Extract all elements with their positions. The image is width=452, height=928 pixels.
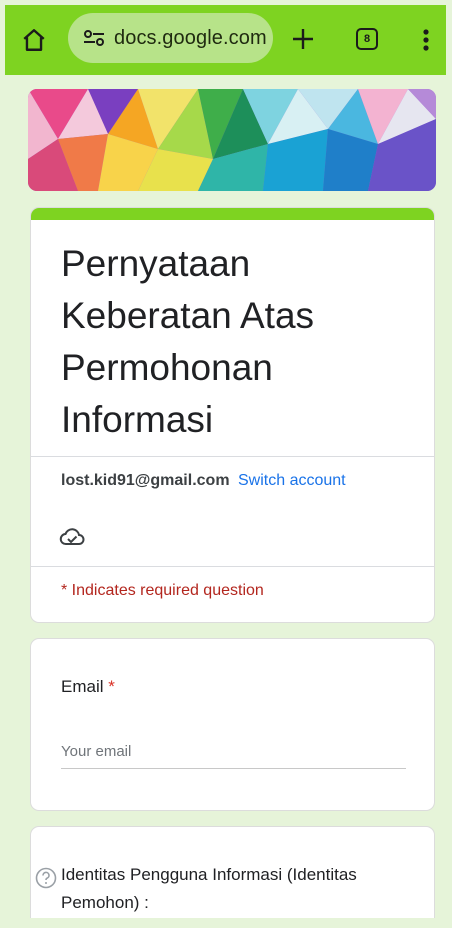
plus-icon	[293, 29, 313, 49]
url-text: docs.google.com	[114, 26, 267, 49]
required-note: * Indicates required question	[61, 582, 264, 599]
help-icon[interactable]	[35, 867, 57, 889]
account-row: lost.kid91@gmail.com Switch account	[61, 472, 346, 490]
cloud-done-icon	[59, 528, 85, 545]
more-vert-icon	[423, 29, 429, 51]
divider	[31, 456, 434, 457]
question-title: Identitas Pengguna Informasi (Identitas …	[61, 865, 357, 912]
question-card-email: Email *	[30, 638, 435, 811]
menu-button[interactable]	[418, 25, 434, 55]
form-title-card: Pernyataan Keberatan Atas Permohonan Inf…	[30, 207, 435, 623]
new-tab-button[interactable]	[288, 24, 318, 54]
home-icon	[23, 29, 45, 51]
required-star: *	[108, 677, 115, 696]
tune-icon	[84, 30, 104, 46]
browser-window: docs.google.com 8 Pernyataan Keberatan A…	[5, 5, 446, 918]
accent-strip	[31, 208, 434, 220]
switch-account-link[interactable]: Switch account	[238, 472, 346, 489]
home-button[interactable]	[19, 25, 49, 55]
email-input[interactable]	[61, 735, 406, 769]
address-bar[interactable]: docs.google.com	[68, 13, 273, 63]
divider	[31, 566, 434, 567]
form-header-image	[28, 89, 436, 191]
tab-switcher-button[interactable]: 8	[356, 28, 378, 50]
form-title: Pernyataan Keberatan Atas Permohonan Inf…	[61, 243, 315, 440]
account-email: lost.kid91@gmail.com	[61, 472, 230, 489]
question-card-identity: Identitas Pengguna Informasi (Identitas …	[30, 826, 435, 918]
question-title: Email	[61, 677, 104, 696]
tab-count: 8	[363, 33, 371, 45]
browser-toolbar: docs.google.com 8	[5, 5, 446, 75]
question-label: Email *	[61, 677, 115, 697]
site-settings-button[interactable]	[80, 26, 108, 50]
